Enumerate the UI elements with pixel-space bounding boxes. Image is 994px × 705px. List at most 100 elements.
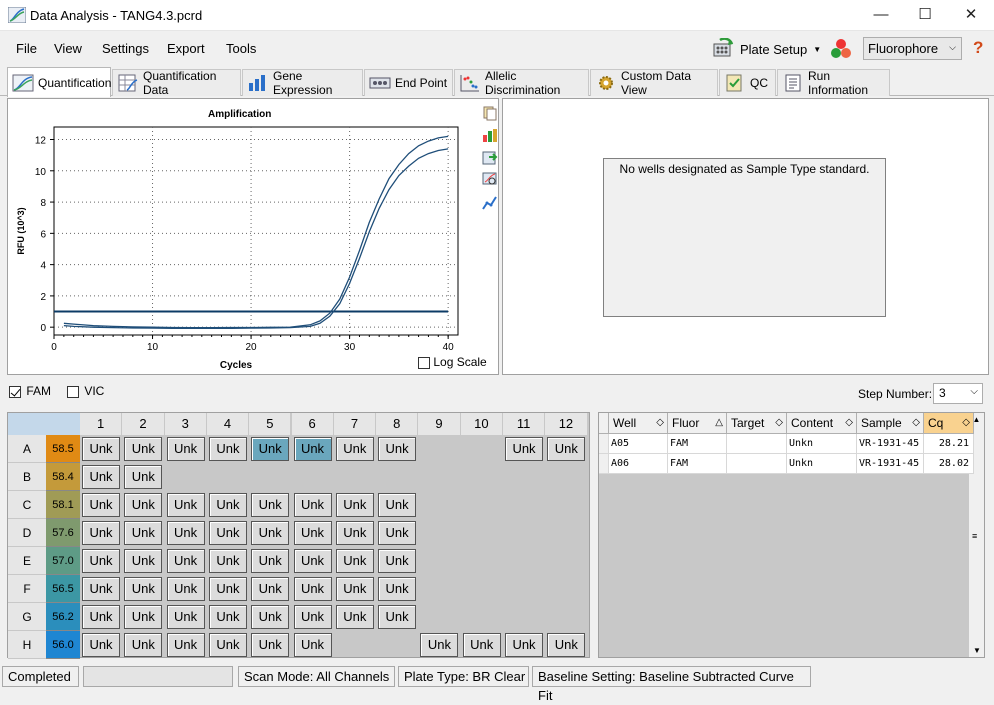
plate-row-header[interactable]: B <box>8 463 46 491</box>
plate-well[interactable]: Unk <box>82 521 120 545</box>
plate-well[interactable]: Unk <box>124 549 163 573</box>
plate-well[interactable]: Unk <box>378 437 417 461</box>
minimize-button[interactable]: — <box>858 0 904 31</box>
tab-end-point[interactable]: End Point <box>364 69 453 96</box>
maximize-button[interactable]: ☐ <box>902 0 948 31</box>
row-selector[interactable] <box>599 434 609 454</box>
fluorophore-color-icon[interactable] <box>829 37 853 61</box>
plate-well[interactable]: Unk <box>124 465 163 489</box>
plate-well[interactable]: Unk <box>166 605 205 629</box>
plate-well[interactable]: Unk <box>124 605 163 629</box>
plate-row-header[interactable]: E <box>8 547 46 575</box>
plate-column-header[interactable]: 9 <box>418 413 461 435</box>
plate-well[interactable]: Unk <box>378 577 417 601</box>
plate-well[interactable]: Unk <box>208 437 247 461</box>
plate-well[interactable]: Unk <box>335 493 374 517</box>
plate-well[interactable]: Unk <box>166 493 205 517</box>
scroll-thumb[interactable]: ≡ <box>972 531 977 541</box>
plate-well[interactable]: Unk <box>378 521 417 545</box>
plate-row-header[interactable]: F <box>8 575 46 603</box>
sort-icon[interactable]: △ <box>715 413 723 433</box>
close-button[interactable]: ✕ <box>948 0 994 31</box>
table-cell[interactable] <box>727 454 787 474</box>
plate-well[interactable]: Unk <box>82 437 120 461</box>
plate-well[interactable]: Unk <box>166 577 205 601</box>
amplification-chart[interactable]: 0 10 20 30 40 0 2 4 6 8 10 12 Cycles RFU (10^3) <box>8 99 478 374</box>
plate-row-header[interactable]: C <box>8 491 46 519</box>
zoom-chart-icon[interactable] <box>482 171 498 187</box>
column-header-well[interactable]: Well ◇ <box>609 413 668 434</box>
plate-setup-button[interactable]: Plate Setup ▼ <box>712 36 821 62</box>
plate-well[interactable]: Unk <box>547 633 586 657</box>
plate-well[interactable]: Unk <box>124 633 163 657</box>
fam-filter[interactable]: FAM <box>9 384 51 398</box>
chart-options-icon[interactable] <box>482 127 498 143</box>
plate-well[interactable]: Unk <box>251 549 290 573</box>
plate-well[interactable]: Unk <box>166 521 205 545</box>
plate-well[interactable]: Unk <box>251 521 290 545</box>
scroll-down-icon[interactable]: ▼ <box>973 646 981 655</box>
plate-well[interactable]: Unk <box>82 605 120 629</box>
plate-well[interactable]: Unk <box>462 633 501 657</box>
sort-icon[interactable]: ◇ <box>775 413 783 433</box>
plate-well[interactable]: Unk <box>335 605 374 629</box>
plate-well[interactable]: Unk <box>82 633 120 657</box>
log-scale-checkbox[interactable] <box>418 356 430 369</box>
plate-well[interactable]: Unk <box>208 521 247 545</box>
menu-settings[interactable]: Settings <box>102 41 149 56</box>
table-cell[interactable]: Unkn <box>787 434 857 454</box>
plate-well[interactable]: Unk <box>378 549 417 573</box>
sort-icon[interactable]: ◇ <box>962 413 970 433</box>
plate-row-header[interactable]: D <box>8 519 46 547</box>
plate-column-header[interactable]: 6 <box>291 413 334 435</box>
plate-well[interactable]: Unk <box>166 437 205 461</box>
plate-well[interactable]: Unk <box>335 577 374 601</box>
copy-icon[interactable] <box>482 105 498 121</box>
plate-well[interactable]: Unk <box>547 437 586 461</box>
export-chart-icon[interactable] <box>482 149 498 165</box>
sort-icon[interactable]: ◇ <box>656 413 664 433</box>
plate-well[interactable]: Unk <box>335 437 374 461</box>
plate-well[interactable]: Unk <box>208 549 247 573</box>
fluorophore-select[interactable]: Fluorophore ⌵ <box>863 37 962 60</box>
menu-file[interactable]: File <box>16 41 37 56</box>
table-cell[interactable]: VR-1931-45 <box>857 454 924 474</box>
plate-well[interactable]: Unk <box>505 437 543 461</box>
tab-quantification-data[interactable]: Quantification Data <box>112 69 241 97</box>
plate-row-header[interactable]: G <box>8 603 46 631</box>
plate-column-header[interactable]: 10 <box>460 413 503 435</box>
plate-well[interactable]: Unk <box>293 633 332 657</box>
tab-qc[interactable]: QC <box>719 69 776 96</box>
plate-well[interactable]: Unk <box>420 633 459 657</box>
plate-well[interactable]: Unk <box>251 605 290 629</box>
plate-well[interactable]: Unk <box>335 521 374 545</box>
plate-well[interactable]: Unk <box>124 493 163 517</box>
tab-quantification[interactable]: Quantification <box>7 67 111 97</box>
plate-well[interactable]: Unk <box>82 549 120 573</box>
tab-allelic-discrimination[interactable]: Allelic Discrimination <box>454 69 589 97</box>
log-scale-toggle[interactable]: Log Scale <box>418 355 487 369</box>
plate-well[interactable]: Unk <box>208 493 247 517</box>
column-header-sample[interactable]: Sample ◇ <box>857 413 924 434</box>
column-header-fluor[interactable]: Fluor △ <box>668 413 727 434</box>
table-cell[interactable]: 28.21 <box>924 434 974 454</box>
vic-checkbox[interactable] <box>67 385 79 398</box>
plate-row-header[interactable]: H <box>8 631 46 659</box>
plate-column-header[interactable]: 7 <box>333 413 377 435</box>
plate-well[interactable]: Unk <box>505 633 543 657</box>
plate-well[interactable]: Unk <box>208 633 247 657</box>
plate-well[interactable]: Unk <box>293 577 332 601</box>
plate-well[interactable]: Unk <box>293 549 332 573</box>
plate-column-header[interactable]: 3 <box>164 413 207 435</box>
plate-column-header[interactable]: 2 <box>122 413 165 435</box>
help-icon[interactable]: ? <box>973 38 983 58</box>
tab-custom-data-view[interactable]: Custom Data View <box>590 69 718 97</box>
menu-tools[interactable]: Tools <box>226 41 256 56</box>
plate-well[interactable]: Unk <box>82 577 120 601</box>
table-cell[interactable]: A05 <box>609 434 668 454</box>
plate-well[interactable]: Unk <box>82 465 120 489</box>
table-cell[interactable]: Unkn <box>787 454 857 474</box>
menu-export[interactable]: Export <box>167 41 205 56</box>
plate-column-header[interactable]: 1 <box>80 413 123 435</box>
plate-well[interactable]: Unk <box>251 633 290 657</box>
